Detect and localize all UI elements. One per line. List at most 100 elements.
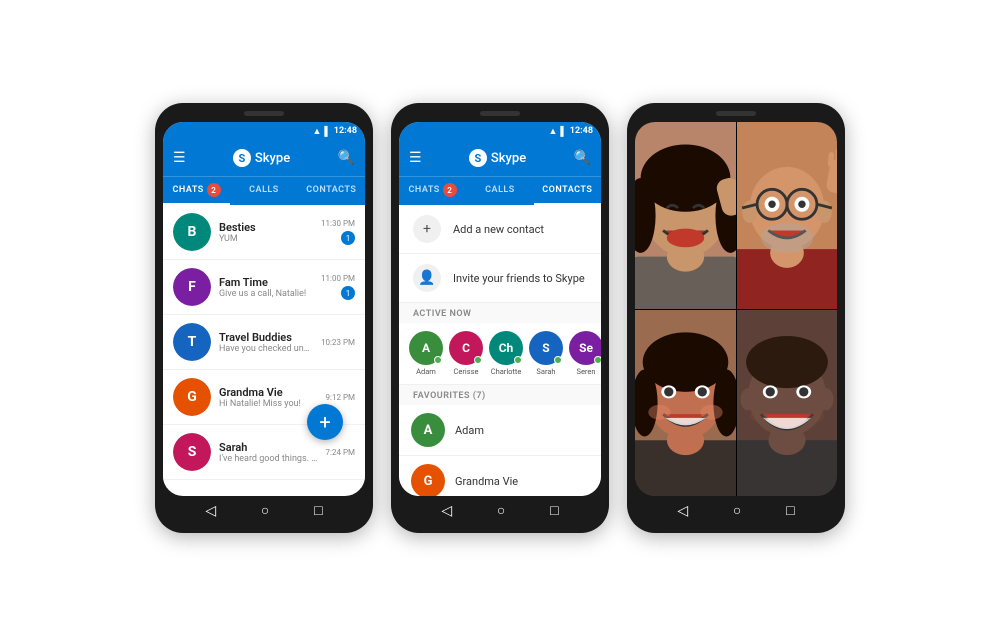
signal-icon: ▌	[324, 126, 330, 137]
phone-1: ▲ ▌ 12:48 ☰ S Skype 🔍 CHATS 2	[155, 103, 373, 533]
chat-time-2: 10:23 PM	[321, 338, 355, 347]
header-title-2: S Skype	[469, 149, 526, 167]
active-contact-sarah[interactable]: S Sarah	[529, 331, 563, 376]
active-avatar-cerisse: C	[449, 331, 483, 365]
tab-contacts-1[interactable]: CONTACTS	[298, 177, 365, 205]
chats-badge-1: 2	[207, 183, 221, 197]
fav-avatar-adam: A	[411, 413, 445, 447]
fav-name-adam: Adam	[455, 424, 484, 437]
tabs-2: CHATS 2 CALLS CONTACTS	[399, 176, 601, 205]
recents-button-1[interactable]: □	[314, 502, 322, 519]
skype-logo-2: S	[469, 149, 487, 167]
signal-icon-2: ▌	[560, 126, 566, 137]
active-avatar-charlotte: Ch	[489, 331, 523, 365]
active-now-row: A Adam C Cerisse Ch	[399, 323, 601, 385]
active-contact-seren[interactable]: Se Seren	[569, 331, 601, 376]
chat-time-3: 9:12 PM	[326, 393, 355, 402]
phone-screen-3	[635, 122, 837, 496]
header-title-1: S Skype	[233, 149, 290, 167]
chat-preview-3: Hi Natalie! Miss you!	[219, 399, 318, 409]
phone-speaker-2	[480, 111, 520, 116]
chat-info-2: Travel Buddies Have you checked under th…	[219, 331, 313, 354]
status-icons-2: ▲ ▌ 12:48	[548, 126, 593, 137]
active-name-seren: Seren	[576, 367, 595, 376]
chat-name-3: Grandma Vie	[219, 386, 318, 399]
phone-3: ◁ ○ □	[627, 103, 845, 533]
skype-logo-1: S	[233, 149, 251, 167]
home-button-3[interactable]: ○	[733, 502, 741, 519]
chat-info-1: Fam Time Give us a call, Natalie!	[219, 276, 313, 299]
phone-2: ▲ ▌ 12:48 ☰ S Skype 🔍 CHATS 2	[391, 103, 609, 533]
app-title-1: Skype	[255, 151, 290, 166]
fav-name-grandma: Grandma Vie	[455, 475, 518, 488]
search-icon-2[interactable]: 🔍	[574, 150, 591, 166]
back-button-1[interactable]: ◁	[205, 503, 216, 519]
tab-calls-2[interactable]: CALLS	[466, 177, 533, 205]
unread-1: 1	[341, 286, 355, 300]
invite-icon: 👤	[413, 264, 441, 292]
unread-0: 1	[341, 231, 355, 245]
chat-preview-1: Give us a call, Natalie!	[219, 289, 313, 299]
video-grid	[635, 122, 837, 496]
phone-screen-1: ▲ ▌ 12:48 ☰ S Skype 🔍 CHATS 2	[163, 122, 365, 496]
active-name-charlotte: Charlotte	[491, 367, 522, 376]
active-avatar-seren: Se	[569, 331, 601, 365]
chat-item-1[interactable]: F Fam Time Give us a call, Natalie! 11:0…	[163, 260, 365, 315]
avatar-sarah: S	[173, 433, 211, 471]
phone-screen-2: ▲ ▌ 12:48 ☰ S Skype 🔍 CHATS 2	[399, 122, 601, 496]
time-1: 12:48	[334, 126, 357, 136]
back-button-3[interactable]: ◁	[677, 503, 688, 519]
fav-contact-grandma[interactable]: G Grandma Vie	[399, 456, 601, 496]
chat-item-5[interactable]: A Adam I'm almost done 1:00 PM	[163, 480, 365, 488]
tab-calls-1[interactable]: CALLS	[230, 177, 297, 205]
active-avatar-adam: A	[409, 331, 443, 365]
contacts-list-2: + Add a new contact 👤 Invite your friend…	[399, 205, 601, 496]
add-icon: +	[413, 215, 441, 243]
active-name-sarah: Sarah	[536, 367, 555, 376]
app-title-2: Skype	[491, 151, 526, 166]
recents-button-3[interactable]: □	[786, 502, 794, 519]
tab-chats-2[interactable]: CHATS 2	[399, 177, 466, 205]
home-button-2[interactable]: ○	[497, 502, 505, 519]
home-button-1[interactable]: ○	[261, 502, 269, 519]
chat-name-4: Sarah	[219, 441, 318, 454]
tab-chats-1[interactable]: CHATS 2	[163, 177, 230, 205]
add-contact-action[interactable]: + Add a new contact	[399, 205, 601, 254]
avatar-grandma: G	[173, 378, 211, 416]
chat-time-0: 11:30 PM	[321, 219, 355, 228]
chats-badge-2: 2	[443, 183, 457, 197]
active-contact-cerisse[interactable]: C Cerisse	[449, 331, 483, 376]
chat-item-0[interactable]: B Besties YUM 11:30 PM 1	[163, 205, 365, 260]
tabs-1: CHATS 2 CALLS CONTACTS	[163, 176, 365, 205]
active-contact-adam[interactable]: A Adam	[409, 331, 443, 376]
chat-item-2[interactable]: T Travel Buddies Have you checked under …	[163, 315, 365, 370]
chat-preview-0: YUM	[219, 234, 313, 244]
chat-info-0: Besties YUM	[219, 221, 313, 244]
active-contact-charlotte[interactable]: Ch Charlotte	[489, 331, 523, 376]
chat-time-4: 7:24 PM	[326, 448, 355, 457]
status-icons-1: ▲ ▌ 12:48	[312, 126, 357, 137]
chat-list-1: B Besties YUM 11:30 PM 1 F Fam Time Give…	[163, 205, 365, 488]
online-dot-cerisse	[474, 356, 482, 364]
fab-button-1[interactable]: +	[307, 404, 343, 440]
wifi-icon: ▲	[312, 126, 321, 137]
menu-icon-2[interactable]: ☰	[409, 150, 422, 166]
back-button-2[interactable]: ◁	[441, 503, 452, 519]
fav-contact-adam[interactable]: A Adam	[399, 405, 601, 456]
chat-name-0: Besties	[219, 221, 313, 234]
favourites-header: FAVOURITES (7)	[399, 385, 601, 405]
tab-contacts-2[interactable]: CONTACTS	[534, 177, 601, 205]
recents-button-2[interactable]: □	[550, 502, 558, 519]
chat-name-2: Travel Buddies	[219, 331, 313, 344]
online-dot-charlotte	[514, 356, 522, 364]
chat-meta-1: 11:00 PM 1	[321, 274, 355, 300]
search-icon-1[interactable]: 🔍	[338, 150, 355, 166]
home-bar-2: ◁ ○ □	[399, 496, 601, 525]
phone-speaker-1	[244, 111, 284, 116]
avatar-travel: T	[173, 323, 211, 361]
menu-icon-1[interactable]: ☰	[173, 150, 186, 166]
video-cell-1	[736, 122, 837, 309]
invite-action[interactable]: 👤 Invite your friends to Skype	[399, 254, 601, 303]
fav-avatar-grandma: G	[411, 464, 445, 496]
avatar-besties: B	[173, 213, 211, 251]
